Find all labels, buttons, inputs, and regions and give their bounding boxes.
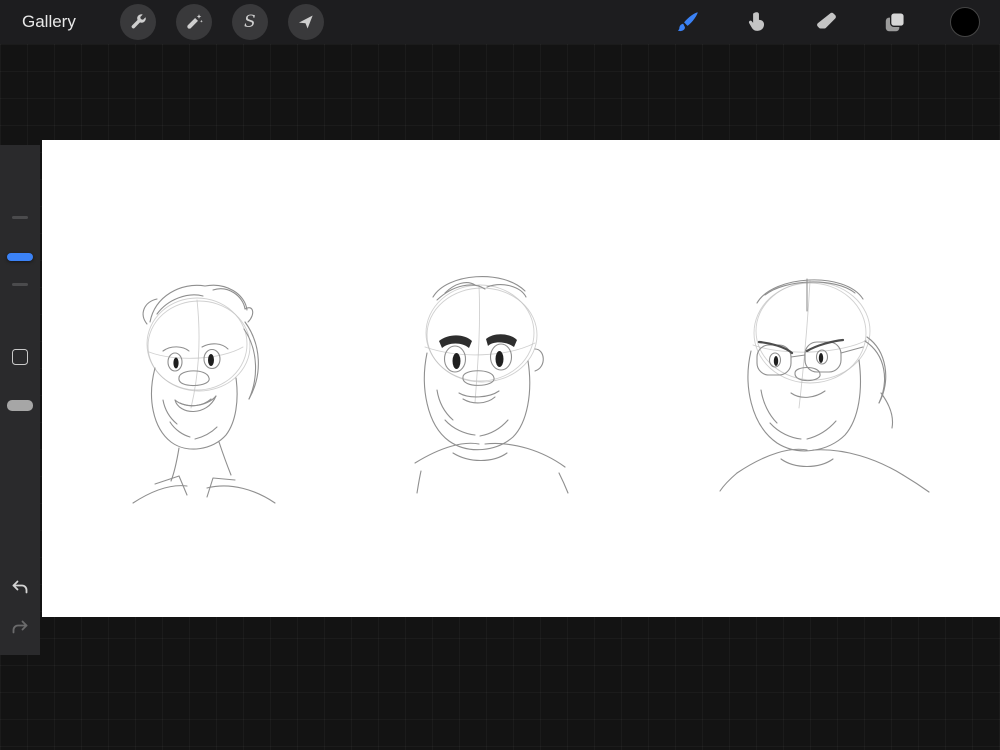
toolbar-left-group: Gallery S bbox=[22, 4, 324, 40]
top-toolbar: Gallery S bbox=[0, 0, 1000, 44]
actions-button[interactable] bbox=[119, 4, 156, 40]
layers-icon bbox=[885, 12, 905, 32]
smudge-icon bbox=[748, 12, 764, 31]
transform-button[interactable] bbox=[287, 4, 324, 40]
paint-tool-button[interactable] bbox=[674, 9, 701, 36]
redo-icon bbox=[12, 620, 28, 634]
undo-icon bbox=[12, 580, 28, 594]
toolbar-right-group bbox=[674, 7, 986, 37]
undo-button[interactable] bbox=[9, 577, 31, 599]
eraser-icon bbox=[816, 12, 836, 29]
brush-size-tick bbox=[12, 283, 28, 286]
modify-button[interactable] bbox=[12, 349, 28, 365]
selection-icon: S bbox=[244, 12, 256, 32]
canvas[interactable] bbox=[42, 140, 1000, 617]
magic-wand-icon bbox=[187, 14, 203, 29]
sidebar bbox=[0, 145, 40, 655]
brush-size-tick bbox=[12, 216, 28, 219]
opacity-handle[interactable] bbox=[7, 400, 33, 411]
sketch-center-head-study bbox=[414, 276, 569, 494]
color-button[interactable] bbox=[950, 7, 980, 37]
brush-icon bbox=[677, 12, 698, 32]
adjustments-button[interactable] bbox=[175, 4, 212, 40]
redo-button[interactable] bbox=[9, 617, 31, 639]
brush-size-handle[interactable] bbox=[7, 253, 33, 261]
transform-arrow-icon bbox=[298, 15, 313, 29]
sketch-right-head-study bbox=[719, 278, 930, 493]
layers-button[interactable] bbox=[881, 9, 908, 36]
gallery-button[interactable]: Gallery bbox=[22, 12, 76, 32]
erase-tool-button[interactable] bbox=[812, 9, 839, 36]
workspace-background bbox=[0, 44, 1000, 750]
selection-button[interactable]: S bbox=[231, 4, 268, 40]
sketch-left-head-study bbox=[132, 284, 276, 504]
wrench-icon bbox=[131, 14, 146, 29]
smudge-tool-button[interactable] bbox=[743, 9, 770, 36]
procreate-app: Gallery S bbox=[0, 0, 1000, 750]
